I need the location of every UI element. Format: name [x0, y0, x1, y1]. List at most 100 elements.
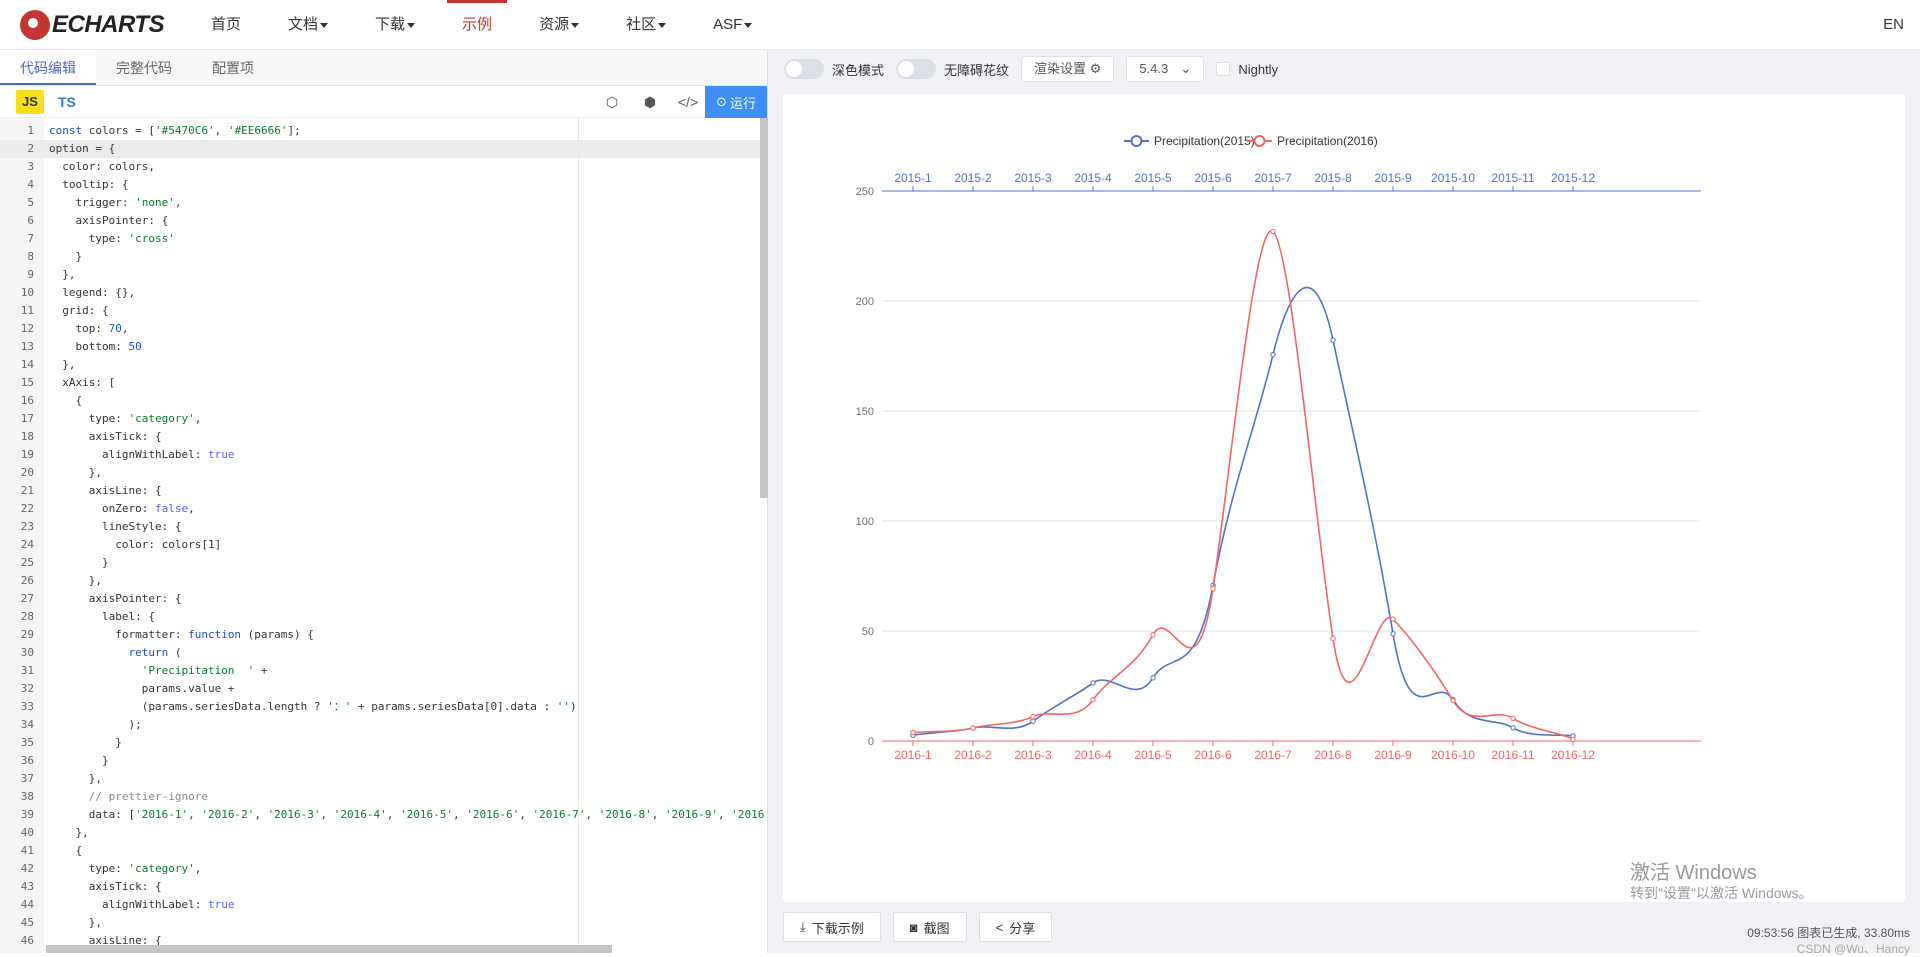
download-example-button[interactable]: ⤓ 下载示例 [783, 912, 881, 942]
line-number: 45 [0, 914, 34, 932]
download-label: 下载示例 [812, 918, 864, 937]
nav-item-label: 社区 [626, 16, 656, 33]
y-tick-label: 250 [856, 186, 874, 198]
code-area[interactable]: 1const colors = ['#5470C6', '#EE6666'];2… [0, 118, 768, 953]
render-settings-button[interactable]: 渲染设置 ⚙ [1021, 56, 1114, 82]
codepen-icon[interactable]: ⬡ [593, 94, 631, 111]
nav-item-6[interactable]: ASF [698, 0, 767, 50]
code-line: 42 type: 'category', [0, 860, 760, 878]
horizontal-scrollbar[interactable] [46, 945, 612, 953]
dark-mode-toggle[interactable] [784, 59, 824, 79]
share-button[interactable]: < 分享 [979, 912, 1053, 942]
line-number: 8 [0, 248, 34, 266]
data-point [1511, 726, 1515, 730]
data-point [1091, 681, 1095, 685]
top-axis-label: 2015-2 [954, 171, 992, 185]
nightly-checkbox[interactable] [1216, 62, 1230, 76]
caret-down-icon [658, 23, 666, 28]
data-point [1271, 352, 1275, 356]
echarts-logo[interactable]: ECHARTS [20, 8, 164, 42]
line-number: 39 [0, 806, 34, 824]
run-label: 运行 [730, 93, 756, 112]
bottom-axis-label: 2016-2 [954, 748, 992, 762]
code-line: 34 ); [0, 716, 760, 734]
line-number: 37 [0, 770, 34, 788]
nav-item-2[interactable]: 下载 [360, 0, 430, 50]
line-number: 38 [0, 788, 34, 806]
bottom-axis-label: 2016-4 [1074, 748, 1112, 762]
screenshot-button[interactable]: ◙ 截图 [893, 912, 967, 942]
top-axis-label: 2015-7 [1254, 171, 1292, 185]
editor-tab-2[interactable]: 配置项 [192, 50, 274, 85]
nav-item-0[interactable]: 首页 [196, 0, 256, 50]
y-tick-label: 50 [862, 626, 874, 638]
bottom-axis-label: 2016-5 [1134, 748, 1172, 762]
codesandbox-icon[interactable]: ⬢ [631, 94, 669, 111]
code-line: 27 axisPointer: { [0, 590, 760, 608]
data-point [1331, 636, 1335, 640]
top-axis-label: 2015-11 [1491, 171, 1534, 185]
bottom-axis-label: 2016-8 [1314, 748, 1352, 762]
data-point [1151, 676, 1155, 680]
line-number: 2 [0, 140, 34, 158]
code-line: 37 }, [0, 770, 760, 788]
line-number: 46 [0, 932, 34, 950]
data-point [1211, 587, 1215, 591]
chart-svg[interactable]: 0501001502002502015-12015-22015-32015-42… [783, 94, 1905, 902]
caret-down-icon [744, 23, 752, 28]
code-line: 9 }, [0, 266, 760, 284]
legend-label: Precipitation(2015) [1154, 134, 1255, 148]
line-number: 41 [0, 842, 34, 860]
bottom-axis-label: 2016-3 [1014, 748, 1052, 762]
bottom-axis-label: 2016-7 [1254, 748, 1292, 762]
data-point [1091, 698, 1095, 702]
code-line: 29 formatter: function (params) { [0, 626, 760, 644]
line-number: 3 [0, 158, 34, 176]
line-number: 40 [0, 824, 34, 842]
ts-tab[interactable]: TS [58, 94, 76, 110]
code-line: 35 } [0, 734, 760, 752]
language-switch[interactable]: EN [1883, 0, 1904, 50]
line-number: 21 [0, 482, 34, 500]
nav-item-5[interactable]: 社区 [611, 0, 681, 50]
line-number: 5 [0, 194, 34, 212]
bottom-axis-label: 2016-1 [894, 748, 932, 762]
top-axis-label: 2015-10 [1431, 171, 1475, 185]
js-tab[interactable]: JS [16, 90, 44, 114]
line-number: 36 [0, 752, 34, 770]
line-number: 13 [0, 338, 34, 356]
code-line: 16 { [0, 392, 760, 410]
run-button[interactable]: ⊙ 运行 [705, 86, 767, 118]
code-line: 10 legend: {}, [0, 284, 760, 302]
windows-watermark-title: 激活 Windows [1630, 856, 1757, 885]
nav-item-3[interactable]: 示例 [447, 0, 507, 50]
code-line: 41 { [0, 842, 760, 860]
nav-item-4[interactable]: 资源 [524, 0, 594, 50]
bottom-axis-label: 2016-10 [1431, 748, 1475, 762]
code-icon[interactable]: </> [669, 94, 707, 110]
code-line: 25 } [0, 554, 760, 572]
editor-tab-1[interactable]: 完整代码 [96, 50, 192, 85]
line-number: 17 [0, 410, 34, 428]
preview-controls: 深色模式 无障碍花纹 渲染设置 ⚙ 5.4.3 ⌄ Nightly [768, 50, 1920, 88]
code-line: 26 }, [0, 572, 760, 590]
editor-tab-0[interactable]: 代码编辑 [0, 50, 96, 85]
line-number: 25 [0, 554, 34, 572]
top-axis-label: 2015-1 [894, 171, 932, 185]
code-line: 39 data: ['2016-1', '2016-2', '2016-3', … [0, 806, 760, 824]
data-point [1151, 633, 1155, 637]
nav-item-1[interactable]: 文档 [273, 0, 343, 50]
caret-down-icon [571, 23, 579, 28]
line-number: 22 [0, 500, 34, 518]
code-line: 40 }, [0, 824, 760, 842]
data-point [1031, 714, 1035, 718]
data-point [1391, 617, 1395, 621]
print-margin-guide [578, 118, 579, 953]
decal-toggle[interactable] [896, 59, 936, 79]
vertical-scrollbar[interactable] [760, 118, 768, 498]
top-axis-label: 2015-8 [1314, 171, 1352, 185]
line-number: 11 [0, 302, 34, 320]
version-select[interactable]: 5.4.3 ⌄ [1126, 56, 1204, 82]
y-tick-label: 0 [868, 736, 874, 748]
line-number: 1 [0, 122, 34, 140]
